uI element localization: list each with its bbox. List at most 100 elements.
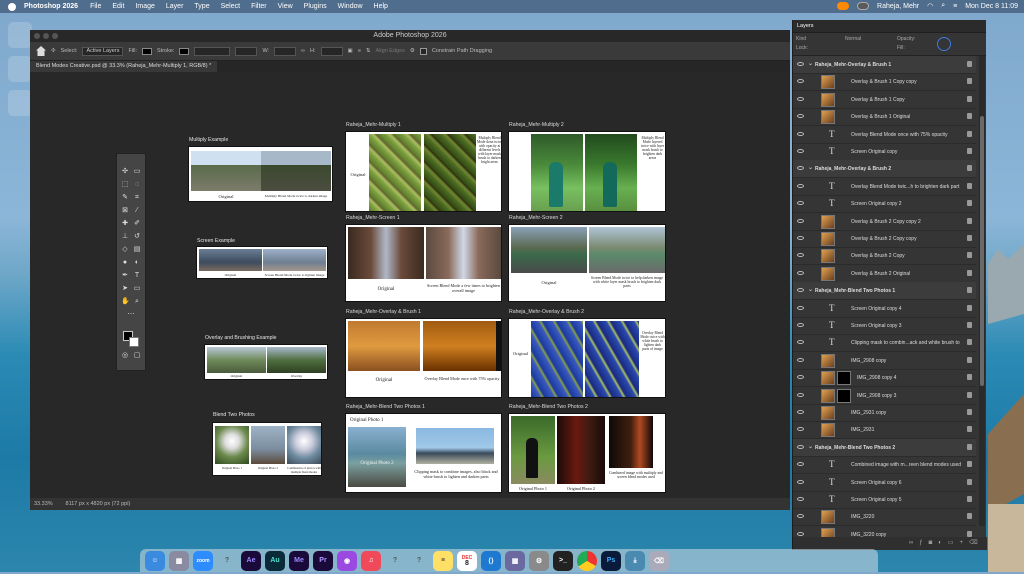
- zoom-level[interactable]: 33.33%: [34, 498, 56, 510]
- visibility-eye-icon[interactable]: [797, 62, 804, 66]
- clock[interactable]: Mon Dec 8 11:09: [965, 3, 1018, 10]
- search-icon[interactable]: ⌕: [941, 2, 945, 10]
- pen-tool-icon[interactable]: ✒: [121, 272, 129, 280]
- lock-icon[interactable]: [967, 165, 972, 172]
- menu-select[interactable]: Select: [221, 3, 240, 10]
- visibility-eye-icon[interactable]: [797, 357, 804, 362]
- layer-row[interactable]: Overlay & Brush 1 Original: [793, 108, 976, 127]
- align-edges-label[interactable]: Align Edges: [376, 48, 405, 54]
- document-tab[interactable]: Blend Modes Creative.psd @ 33.3% (Raheja…: [30, 61, 218, 72]
- visibility-eye-icon[interactable]: [797, 410, 804, 414]
- lock-icon[interactable]: [967, 461, 972, 468]
- visibility-eye-icon[interactable]: [797, 114, 804, 119]
- lock-icon[interactable]: [967, 304, 972, 311]
- trash-icon[interactable]: ⌫: [649, 550, 669, 571]
- lock-icon[interactable]: [967, 478, 972, 485]
- layer-group-row[interactable]: ⌄ Raheja_Mehr-Overlay & Brush 1: [793, 56, 976, 74]
- canvas-area[interactable]: ✣ ▭ ⬚ ◌ ✎ ⌗ ⊠ ⁄ ✚ ✐ ⊥ ↺ ◇ ▤ ● ◐ ✒ T ➤ ▭ …: [30, 72, 790, 498]
- lock-icon[interactable]: [967, 496, 972, 502]
- dodge-tool-icon[interactable]: ◐: [133, 259, 141, 267]
- screen-2-artboard[interactable]: Original Screen Blend Mode twice to help…: [508, 224, 666, 302]
- menu-view[interactable]: View: [278, 3, 293, 10]
- shape-tool-icon[interactable]: ▭: [133, 285, 141, 293]
- multiply-2-artboard[interactable]: Multiply Blend Mode layered twice with l…: [508, 131, 666, 212]
- blend-1-artboard[interactable]: Original Photo 1 Original Photo 2 Clippi…: [345, 413, 502, 493]
- user-name[interactable]: Raheja, Mehr: [877, 3, 919, 10]
- path-align-icon[interactable]: ≡: [358, 48, 361, 54]
- width-input[interactable]: [274, 46, 297, 56]
- lock-icon[interactable]: [967, 200, 972, 207]
- lock-icon[interactable]: [967, 391, 972, 398]
- chevron-down-icon[interactable]: ⌄: [808, 164, 813, 171]
- quick-select-tool-icon[interactable]: ✎: [121, 194, 129, 202]
- layer-row[interactable]: T Screen Original copy: [793, 143, 976, 161]
- visibility-eye-icon[interactable]: [797, 166, 804, 171]
- lasso-tool-icon[interactable]: ◌: [133, 181, 141, 189]
- visibility-eye-icon[interactable]: [797, 444, 804, 449]
- layer-row[interactable]: Overlay & Brush 2 Original: [793, 265, 976, 283]
- layer-group-row[interactable]: ⌄ Raheja_Mehr-Overlay & Brush 2: [793, 160, 976, 179]
- visibility-eye-icon[interactable]: [797, 392, 804, 397]
- path-ops-icon[interactable]: ▣: [348, 48, 353, 54]
- layer-row[interactable]: T Screen Original copy 6: [793, 474, 976, 492]
- link-icon[interactable]: ∞: [909, 540, 919, 546]
- close-icon[interactable]: [34, 33, 40, 39]
- layer-mask-thumbnail[interactable]: [837, 388, 851, 403]
- kind-filter[interactable]: Kind: [796, 36, 806, 42]
- lock-icon[interactable]: [967, 374, 972, 381]
- layer-row[interactable]: T Screen Original copy 5: [793, 491, 976, 509]
- adjustment-icon[interactable]: ◐: [938, 540, 948, 546]
- visibility-eye-icon[interactable]: [797, 305, 804, 310]
- unknown-app-icon[interactable]: ?: [385, 551, 405, 571]
- calendar-widget[interactable]: [8, 22, 32, 48]
- premiere-icon[interactable]: Pr: [313, 550, 333, 571]
- layer-row[interactable]: IMG_2908 copy 4: [793, 369, 976, 388]
- brush-tool-icon[interactable]: ✐: [133, 220, 141, 228]
- screen-icon[interactable]: [857, 2, 870, 10]
- marquee-tool-icon[interactable]: ⬚: [121, 181, 129, 189]
- music-icon[interactable]: ♫: [361, 550, 381, 571]
- terminal-icon[interactable]: >_: [553, 550, 573, 571]
- control-center-icon[interactable]: ≡: [953, 3, 957, 10]
- lock-icon[interactable]: [967, 322, 972, 328]
- overlay-1-artboard[interactable]: Original Overlay Blend Mode once with 75…: [345, 318, 502, 398]
- lock-icon[interactable]: [967, 513, 972, 520]
- blend-example-artboard[interactable]: Original Photo 1 Original Photo 2 Combin…: [212, 422, 322, 476]
- lock-icon[interactable]: [967, 95, 972, 102]
- photoshop-icon[interactable]: Ps: [601, 550, 621, 571]
- menu-filter[interactable]: Filter: [251, 3, 267, 10]
- lock-icon[interactable]: [967, 148, 972, 154]
- fill-swatch[interactable]: [142, 47, 153, 55]
- menu-type[interactable]: Type: [194, 3, 209, 10]
- chevron-down-icon[interactable]: ⌄: [808, 286, 813, 293]
- launchpad-icon[interactable]: ▦: [169, 550, 189, 571]
- move-tool-icon[interactable]: ✣: [121, 168, 129, 176]
- vscode-icon[interactable]: ⟨⟩: [481, 550, 501, 571]
- lock-icon[interactable]: [967, 356, 972, 363]
- lock-icon[interactable]: [967, 426, 972, 433]
- lock-icon[interactable]: [967, 443, 972, 450]
- stroke-width-input[interactable]: [194, 46, 231, 56]
- select-dropdown[interactable]: Active Layers: [82, 46, 124, 56]
- lock-icon[interactable]: [967, 113, 972, 120]
- more-tools-icon[interactable]: ⋯: [127, 311, 135, 319]
- app-menu[interactable]: Photoshop 2026: [24, 3, 78, 10]
- visibility-eye-icon[interactable]: [797, 375, 804, 380]
- mask-icon[interactable]: ◙: [929, 540, 939, 546]
- recording-indicator-icon[interactable]: [837, 2, 850, 10]
- layer-row[interactable]: IMG_3220: [793, 508, 976, 527]
- menu-window[interactable]: Window: [338, 3, 363, 10]
- background-color-swatch[interactable]: [129, 337, 139, 347]
- visibility-eye-icon[interactable]: [797, 253, 804, 258]
- visibility-eye-icon[interactable]: [797, 288, 804, 293]
- height-input[interactable]: [320, 46, 343, 56]
- visibility-eye-icon[interactable]: [797, 149, 804, 153]
- menu-file[interactable]: File: [90, 3, 101, 10]
- layer-mask-thumbnail[interactable]: [837, 371, 851, 386]
- gradient-tool-icon[interactable]: ▤: [133, 246, 141, 254]
- visibility-eye-icon[interactable]: [797, 514, 804, 519]
- menu-edit[interactable]: Edit: [112, 3, 124, 10]
- path-arrange-icon[interactable]: ⇅: [366, 48, 371, 54]
- layer-row[interactable]: T Overlay Blend Mode twic...h to brighten…: [793, 178, 976, 196]
- layer-group-row[interactable]: ⌄ Raheja_Mehr-Blend Two Photos 2: [793, 438, 976, 457]
